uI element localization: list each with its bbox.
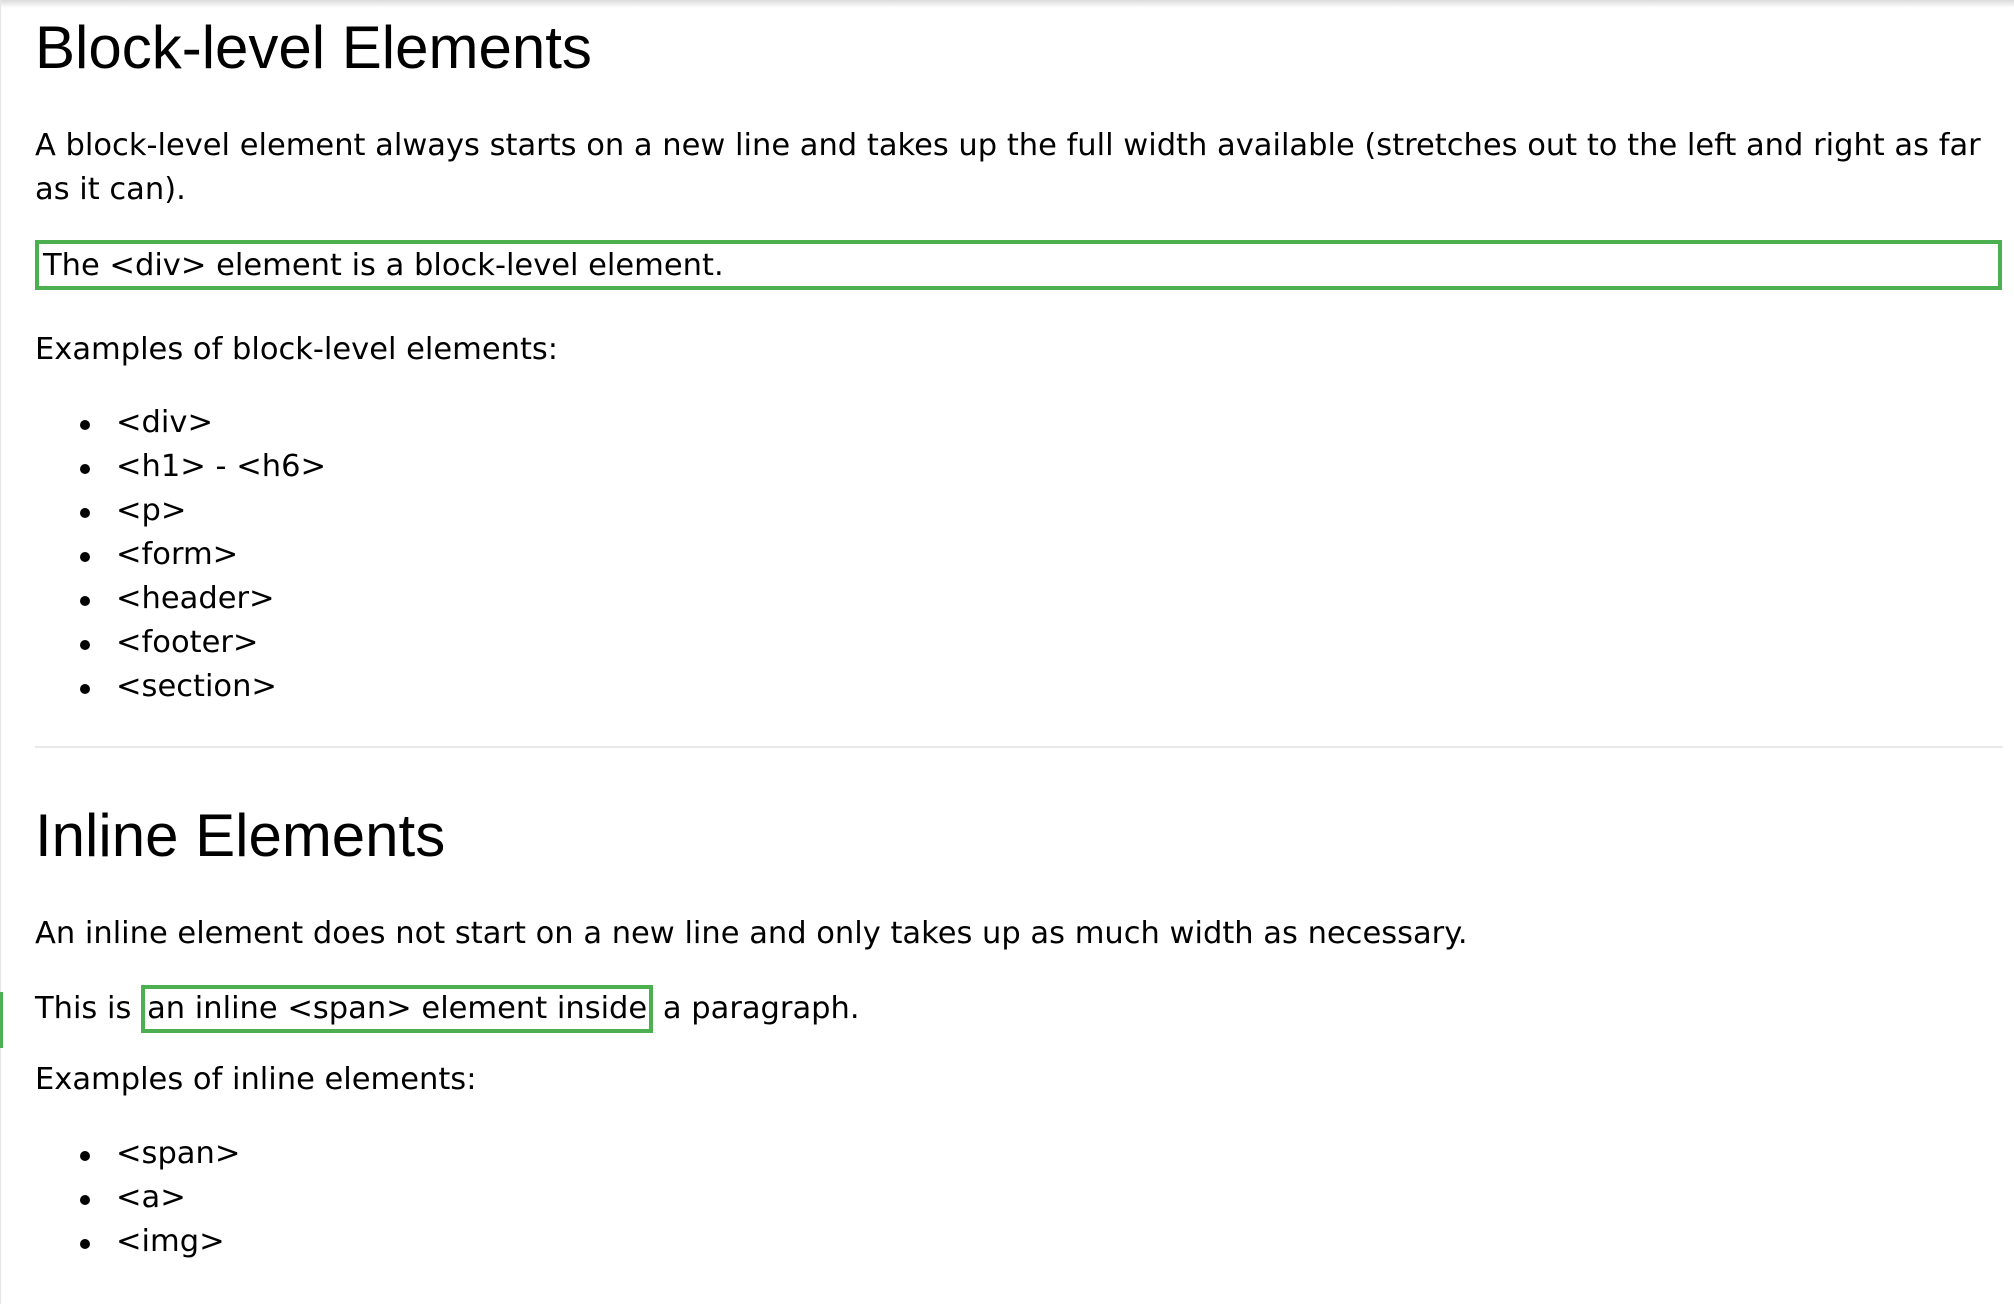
left-marker: [0, 992, 3, 1048]
block-level-examples-list: <div> <h1> - <h6> <p> <form> <header> <f…: [35, 401, 326, 709]
list-item: <footer>: [35, 621, 326, 665]
section-divider: [35, 746, 2003, 748]
block-level-examples-label: Examples of block-level elements:: [35, 332, 559, 367]
block-level-description: A block-level element always starts on a…: [35, 128, 1981, 207]
top-shadow: [0, 0, 2014, 8]
inline-description: An inline element does not start on a ne…: [35, 916, 1468, 951]
inline-example-after: a paragraph.: [653, 991, 860, 1026]
div-example-box: The <div> element is a block-level eleme…: [35, 240, 2002, 290]
inline-example-before: This is: [35, 991, 142, 1026]
list-item: <a>: [35, 1176, 240, 1220]
inline-heading: Inline Elements: [35, 802, 446, 869]
list-item: <form>: [35, 533, 326, 577]
list-item: <img>: [35, 1220, 240, 1264]
list-item: <h1> - <h6>: [35, 445, 326, 489]
span-example-box: an inline <span> element inside: [141, 985, 654, 1033]
left-edge: [0, 0, 1, 1304]
list-item: <div>: [35, 401, 326, 445]
inline-example-paragraph: This is an inline <span> element inside …: [35, 985, 860, 1033]
list-item: <span>: [35, 1132, 240, 1176]
inline-examples-label: Examples of inline elements:: [35, 1062, 477, 1097]
block-level-heading: Block-level Elements: [35, 14, 592, 81]
inline-examples-list: <span> <a> <img>: [35, 1132, 240, 1264]
list-item: <p>: [35, 489, 326, 533]
list-item: <section>: [35, 665, 326, 709]
list-item: <header>: [35, 577, 326, 621]
